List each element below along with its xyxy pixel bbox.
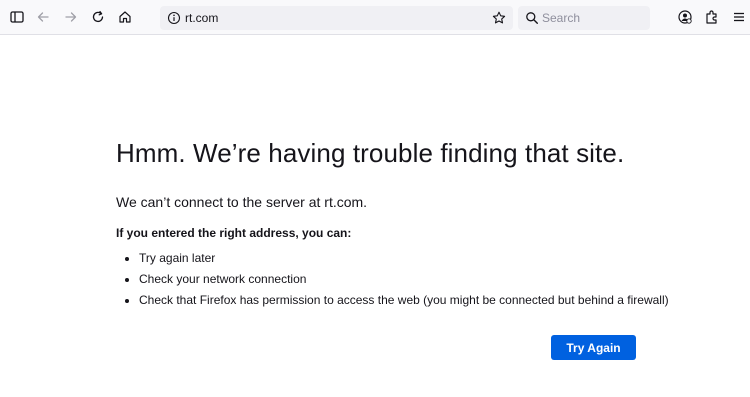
error-message: We can’t connect to the server at rt.com…: [116, 194, 368, 210]
account-icon[interactable]: [676, 8, 694, 26]
list-item: Try again later: [139, 251, 676, 266]
list-item: Check that Firefox has permission to acc…: [139, 293, 676, 308]
url-bar[interactable]: rt.com: [160, 6, 513, 30]
search-placeholder: Search: [542, 11, 581, 25]
suggestions-list: Try again later Check your network conne…: [116, 251, 676, 308]
info-icon[interactable]: [166, 10, 182, 26]
menu-icon[interactable]: [730, 8, 748, 26]
error-content: Hmm. We’re having trouble finding that s…: [116, 136, 676, 314]
bookmark-star-icon[interactable]: [491, 10, 507, 26]
search-icon: [525, 11, 539, 25]
back-icon[interactable]: [34, 8, 52, 26]
page-title: Hmm. We’re having trouble finding that s…: [116, 138, 625, 168]
reload-icon[interactable]: [89, 8, 107, 26]
url-text: rt.com: [185, 11, 219, 25]
extensions-icon[interactable]: [703, 8, 721, 26]
sidebar-icon[interactable]: [8, 8, 26, 26]
suggestions-heading: If you entered the right address, you ca…: [116, 226, 352, 240]
try-again-button[interactable]: Try Again: [551, 335, 636, 360]
forward-icon[interactable]: [62, 8, 80, 26]
browser-toolbar: rt.com Search: [0, 0, 750, 35]
list-item: Check your network connection: [139, 272, 676, 287]
home-icon[interactable]: [116, 8, 134, 26]
search-bar[interactable]: Search: [518, 6, 650, 30]
